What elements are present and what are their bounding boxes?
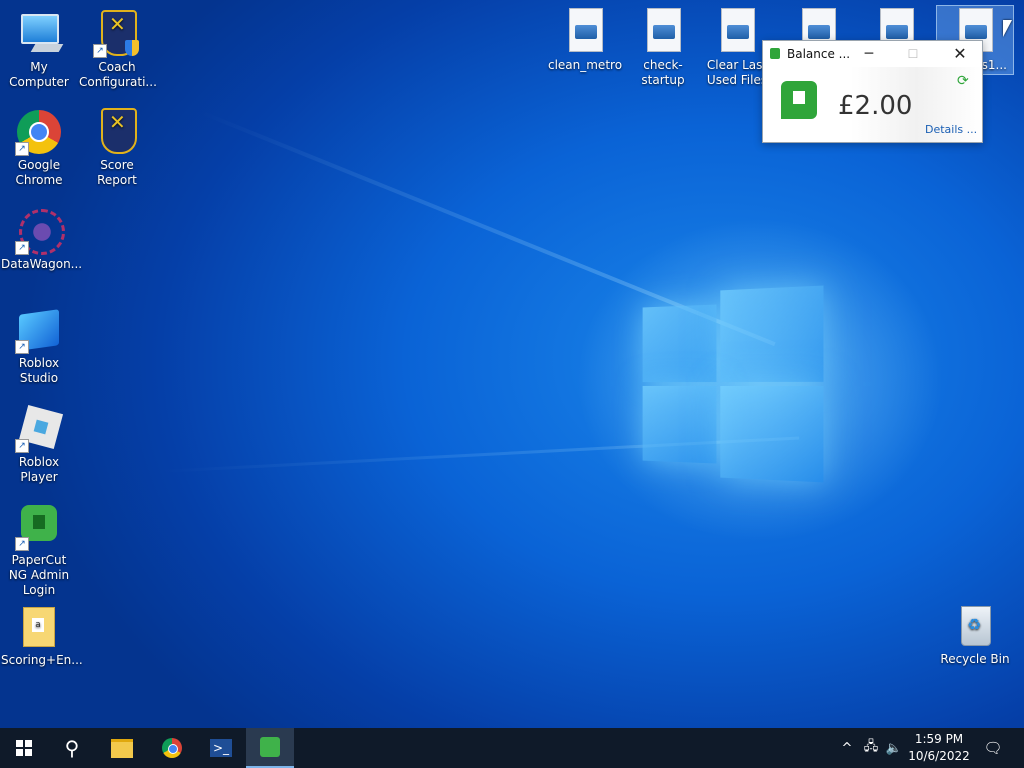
desktop-icon-score-report[interactable]: Score Report (78, 108, 156, 188)
folder-icon (111, 738, 133, 758)
icon-label: My Computer (9, 60, 69, 89)
icon-label: clean_metro (547, 58, 623, 72)
close-button[interactable]: ✕ (938, 41, 982, 67)
icon-label: Coach Configurati... (79, 60, 157, 89)
papercut-app-icon (770, 48, 780, 59)
icon-label: DataWagon... (1, 257, 83, 271)
tray-clock[interactable]: 1:59 PM 10/6/2022 (904, 731, 974, 765)
windows-logo-wallpaper (642, 285, 824, 485)
computer-icon (15, 10, 64, 58)
start-button[interactable] (0, 728, 48, 768)
chevron-up-icon: ^ (841, 740, 853, 756)
desktop-icon-clean-metro[interactable]: clean_metro (546, 8, 624, 73)
desktop: My Computer ↗ Coach Configurati... ↗ Goo… (0, 0, 1024, 728)
icon-label: Roblox Studio (18, 356, 60, 385)
details-link[interactable]: Details ... (925, 123, 977, 136)
taskbar: ⚲ >_ ^ 🖧 🔈 1:59 PM 10/6/2022 🗨 (0, 728, 1024, 768)
volume-icon: 🔈 (885, 740, 903, 756)
tray-show-hidden-icons[interactable]: ^ (838, 728, 856, 768)
notifications-icon: 🗨 (983, 739, 1003, 757)
papercut-logo-icon (781, 81, 817, 119)
icon-label: Scoring+En... (1, 653, 83, 667)
desktop-icon-papercut-admin[interactable]: ↗ PaperCut NG Admin Login (0, 503, 78, 598)
icon-label: Roblox Player (18, 455, 60, 484)
taskbar-powershell[interactable]: >_ (197, 728, 245, 768)
icon-label: PaperCut NG Admin Login (8, 553, 70, 597)
tray-volume[interactable]: 🔈 (883, 728, 905, 768)
powershell-script-icon (639, 8, 687, 56)
maximize-button[interactable]: ☐ (891, 41, 935, 67)
search-button[interactable]: ⚲ (48, 728, 96, 768)
network-icon: 🖧 (863, 739, 879, 754)
desktop-icon-recycle-bin[interactable]: Recycle Bin (936, 602, 1014, 667)
desktop-icon-roblox-studio[interactable]: ↗ Roblox Studio (0, 306, 78, 386)
desktop-icon-roblox-player[interactable]: ↗ Roblox Player (0, 404, 78, 485)
balance-window: Balance ... ─ ☐ ✕ £2.00 ⟳ Details ... (762, 40, 983, 143)
clock-date: 10/6/2022 (908, 749, 970, 763)
powershell-script-icon (561, 8, 609, 56)
icon-label: Google Chrome (15, 158, 63, 187)
tray-network[interactable]: 🖧 (860, 728, 882, 768)
icon-label: Recycle Bin (940, 652, 1010, 666)
papercut-icon (260, 737, 280, 757)
desktop-icon-my-computer[interactable]: My Computer (0, 10, 78, 90)
shield-crest-icon: ↗ (93, 10, 141, 58)
shield-crest-icon (93, 108, 141, 156)
balance-window-titlebar[interactable]: Balance ... ─ ☐ ✕ (763, 41, 982, 67)
search-icon: ⚲ (64, 736, 80, 760)
icon-label: check-startup (641, 58, 685, 87)
taskbar-chrome[interactable] (148, 728, 196, 768)
balance-window-title: Balance ... (787, 47, 851, 61)
taskbar-file-explorer[interactable] (98, 728, 146, 768)
mouse-cursor-icon (1003, 20, 1012, 37)
chrome-icon: ↗ (15, 108, 63, 156)
windows-start-icon (16, 740, 32, 756)
powershell-icon: >_ (210, 739, 232, 757)
clock-time: 1:59 PM (914, 732, 964, 746)
papercut-icon: ↗ (15, 503, 63, 551)
desktop-icon-check-startup[interactable]: check-startup (624, 8, 702, 88)
powershell-script-icon (713, 8, 761, 56)
folder-icon (15, 603, 63, 651)
taskbar-papercut[interactable] (246, 728, 294, 768)
minimize-button[interactable]: ─ (847, 41, 891, 67)
desktop-icon-scoring-engine[interactable]: Scoring+En... (0, 603, 83, 668)
desktop-icon-google-chrome[interactable]: ↗ Google Chrome (0, 108, 78, 188)
desktop-icon-datawagon[interactable]: ↗ DataWagon... (0, 207, 83, 272)
roblox-studio-icon: ↗ (15, 306, 63, 354)
action-center-button[interactable]: 🗨 (978, 728, 1008, 768)
icon-label: Score Report (97, 158, 137, 187)
desktop-icon-coach-configuration[interactable]: ↗ Coach Configurati... (78, 10, 157, 90)
roblox-player-icon: ↗ (15, 404, 64, 453)
recycle-bin-icon (951, 602, 999, 650)
datawagon-icon: ↗ (15, 207, 65, 255)
chrome-icon (162, 738, 182, 758)
balance-window-body: £2.00 ⟳ Details ... (763, 67, 982, 142)
balance-amount: £2.00 (838, 91, 913, 121)
refresh-icon[interactable]: ⟳ (957, 73, 969, 89)
